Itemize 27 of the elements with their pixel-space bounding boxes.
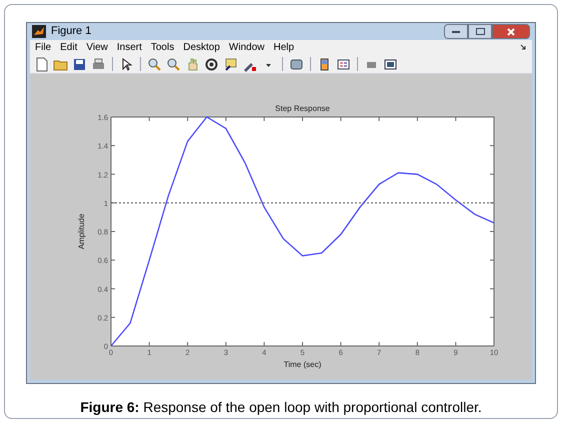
zoom-out-icon[interactable]: [166, 56, 181, 72]
menu-item[interactable]: Insert: [116, 40, 142, 55]
zoom-in-icon[interactable]: [147, 56, 162, 72]
close-button[interactable]: [492, 24, 530, 39]
maximize-button[interactable]: [468, 24, 492, 39]
menu-item[interactable]: View: [86, 40, 108, 55]
figure-caption: Figure 6: Response of the open loop with proportional controller.: [80, 398, 482, 417]
new-file-icon[interactable]: [34, 56, 49, 72]
y-axis-label: Amplitude: [77, 214, 86, 250]
chart-title: Step Response: [275, 104, 330, 113]
menu-item[interactable]: File: [35, 40, 52, 55]
app-logo-icon: [32, 25, 46, 38]
dock-arrow-icon[interactable]: [520, 44, 527, 51]
save-icon[interactable]: [72, 56, 87, 72]
window-title: Figure 1: [51, 24, 92, 40]
menu-item[interactable]: Help: [274, 40, 294, 55]
legend-icon[interactable]: [336, 56, 351, 72]
minimize-button[interactable]: [444, 24, 468, 39]
data-cursor-icon[interactable]: [223, 56, 238, 72]
close-icon: [507, 28, 515, 36]
menu-item[interactable]: Tools: [150, 40, 174, 55]
show-plot-tools-icon[interactable]: [383, 56, 398, 72]
menu-item[interactable]: Edit: [60, 40, 78, 55]
x-axis-label: Time (sec): [284, 360, 322, 369]
print-icon[interactable]: [91, 56, 106, 72]
menu-item[interactable]: Window: [228, 40, 264, 55]
menu-item[interactable]: Desktop: [183, 40, 220, 55]
